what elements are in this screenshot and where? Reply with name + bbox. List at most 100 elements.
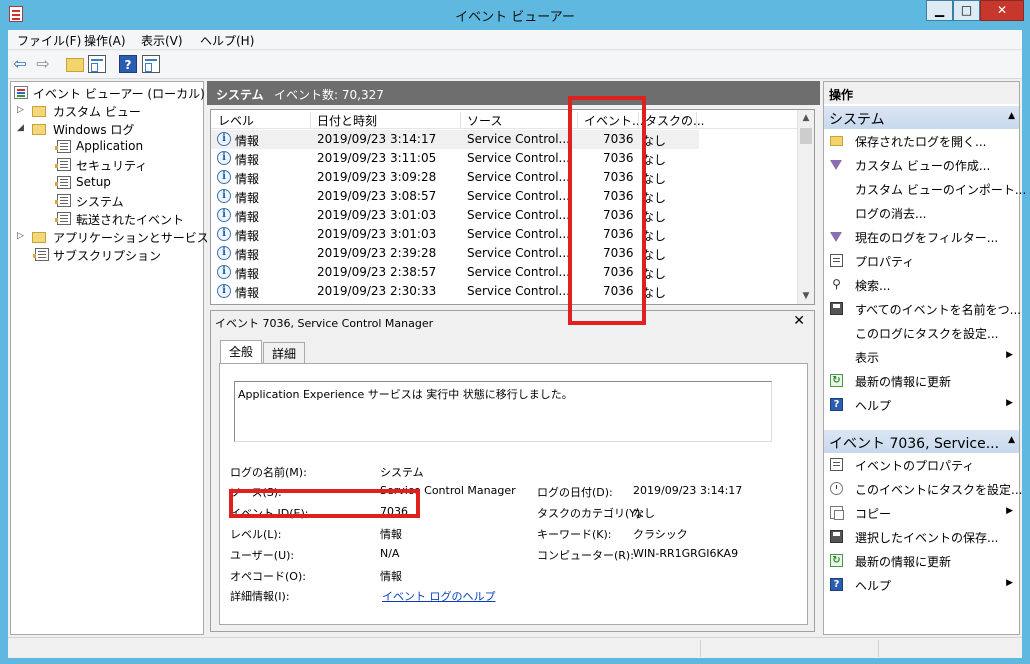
cell-datetime: 2019/09/23 2:38:57 — [317, 265, 437, 279]
folder-icon — [830, 136, 843, 146]
event-message[interactable]: Application Experience サービスは 実行中 状態に移行しま… — [234, 381, 772, 442]
cell-source: Service Control... — [467, 265, 570, 279]
prop-opcode-label: オペコード(O): — [230, 570, 306, 583]
action-properties[interactable]: プロパティ — [824, 250, 1019, 272]
action-refresh[interactable]: ↻ 最新の情報に更新 — [824, 370, 1019, 392]
info-icon: i — [217, 170, 231, 184]
event-list[interactable]: レベル 日付と時刻 ソース イベント... タスクの... i 情報 2019/09… — [210, 109, 815, 305]
action-create-custom-view[interactable]: カスタム ビューの作成... — [824, 154, 1019, 176]
action-label: 現在のログをフィルター... — [855, 231, 999, 245]
collapse-arrow-icon[interactable]: ◢ — [17, 123, 24, 133]
forward-arrow-icon[interactable]: ⇨ — [34, 55, 52, 73]
action-open-saved-log[interactable]: 保存されたログを開く... — [824, 130, 1019, 152]
action-help[interactable]: ? ヘルプ ▶ — [824, 574, 1019, 596]
log-icon — [55, 158, 71, 171]
save-icon — [830, 530, 843, 543]
action-label: 最新の情報に更新 — [855, 375, 952, 389]
show-hide-action-pane-icon[interactable] — [142, 55, 160, 73]
minimize-button[interactable]: ▁ — [926, 0, 953, 21]
action-import-custom-view[interactable]: カスタム ビューのインポート... — [824, 178, 1026, 200]
cell-source: Service Control... — [467, 227, 570, 241]
prop-keywords-label: キーワード(K): — [537, 528, 612, 541]
action-filter-current-log[interactable]: 現在のログをフィルター... — [824, 226, 1019, 248]
log-icon — [55, 176, 71, 189]
cell-level: 情報 — [235, 248, 260, 262]
column-task-category[interactable]: タスクの... — [638, 112, 704, 128]
actions-section-system[interactable]: システム ▲ — [824, 106, 1019, 129]
cell-source: Service Control... — [467, 132, 570, 146]
action-clear-log[interactable]: ログの消去... — [824, 202, 1019, 224]
menu-file[interactable]: ファイル(F) — [17, 32, 81, 49]
action-attach-task-to-log[interactable]: このログにタスクを設定... — [824, 322, 1019, 344]
actions-section-event[interactable]: イベント 7036, Service... ▲ — [824, 430, 1019, 453]
action-save-all-events-as[interactable]: すべてのイベントを名前をつ... — [824, 298, 1021, 320]
action-find[interactable]: ⚲ 検索... — [824, 274, 1019, 296]
task-icon — [830, 482, 843, 495]
prop-computer-value: WIN-RR1GRGI6KA9 — [633, 547, 739, 560]
collapse-icon[interactable]: ▲ — [1008, 111, 1015, 121]
cell-datetime: 2019/09/23 3:11:05 — [317, 151, 437, 165]
column-level[interactable]: レベル — [211, 112, 254, 128]
column-source[interactable]: ソース — [460, 112, 502, 128]
cell-source: Service Control... — [467, 170, 570, 184]
action-view[interactable]: 表示 ▶ — [824, 346, 1019, 368]
help-icon[interactable]: ? — [119, 55, 137, 73]
action-label: ヘルプ — [855, 399, 892, 413]
cell-source: Service Control... — [467, 246, 570, 260]
cell-datetime: 2019/09/23 3:01:03 — [317, 208, 437, 222]
refresh-icon: ↻ — [830, 374, 843, 387]
cell-source: Service Control... — [467, 284, 570, 298]
center-pane: システム イベント数: 70,327 レベル 日付と時刻 ソース イベント...… — [207, 81, 820, 635]
tree-item-label: Setup — [76, 175, 111, 189]
highlight-event-id-field — [229, 489, 420, 518]
help-icon: ? — [830, 398, 843, 411]
menu-view[interactable]: 表示(V) — [141, 32, 183, 49]
status-divider — [878, 640, 879, 657]
info-icon: i — [217, 246, 231, 260]
action-attach-task-to-event[interactable]: このイベントにタスクを設定... — [824, 478, 1022, 500]
column-datetime[interactable]: 日付と時刻 — [310, 112, 377, 128]
prop-task-value: なし — [633, 507, 655, 520]
filter-icon — [830, 160, 842, 170]
action-refresh[interactable]: ↻ 最新の情報に更新 — [824, 550, 1019, 572]
close-button[interactable]: ✕ — [980, 0, 1024, 21]
scroll-down-icon[interactable]: ▼ — [798, 288, 814, 304]
prop-log-name-label: ログの名前(M): — [230, 466, 307, 479]
action-save-selected-events[interactable]: 選択したイベントの保存... — [824, 526, 1019, 548]
event-list-header: レベル 日付と時刻 ソース イベント... タスクの... — [211, 110, 801, 129]
log-icon — [55, 212, 71, 225]
actions-pane: 操作 システム ▲ 保存されたログを開く... カスタム ビューの作成... カスタ… — [823, 81, 1026, 635]
folder-icon — [32, 124, 46, 135]
tab-details[interactable]: 詳細 — [263, 342, 306, 363]
cell-datetime: 2019/09/23 3:01:03 — [317, 227, 437, 241]
cell-datetime: 2019/09/23 2:30:33 — [317, 284, 437, 298]
cell-level: 情報 — [235, 172, 260, 186]
cell-datetime: 2019/09/23 3:08:57 — [317, 189, 437, 203]
scroll-up-icon[interactable]: ▲ — [798, 110, 814, 126]
maximize-button[interactable]: □ — [953, 0, 980, 21]
expand-arrow-icon[interactable]: ▷ — [17, 231, 24, 241]
back-arrow-icon[interactable]: ⇦ — [11, 55, 29, 73]
action-help[interactable]: ? ヘルプ ▶ — [824, 394, 1019, 416]
menu-help[interactable]: ヘルプ(H) — [200, 32, 254, 49]
prop-computer-label: コンピューター(R): — [537, 549, 634, 562]
collapse-icon[interactable]: ▲ — [1008, 435, 1015, 445]
action-copy[interactable]: コピー ▶ — [824, 502, 1019, 524]
prop-more-info-label: 詳細情報(I): — [230, 590, 290, 603]
event-log-help-link[interactable]: イベント ログのヘルプ — [382, 588, 496, 604]
prop-task-label: タスクのカテゴリ(Y): — [537, 507, 645, 520]
show-hide-console-tree-icon[interactable] — [88, 55, 106, 73]
section-label: イベント 7036, Service... — [829, 436, 1000, 452]
cell-level: 情報 — [235, 134, 260, 148]
prop-logged-label: ログの日付(D): — [537, 486, 613, 499]
cell-level: 情報 — [235, 267, 260, 281]
event-list-scrollbar[interactable]: ▲ ▼ — [797, 110, 814, 304]
menu-action[interactable]: 操作(A) — [84, 32, 126, 49]
submenu-arrow-icon: ▶ — [1006, 506, 1013, 516]
expand-arrow-icon[interactable]: ▷ — [17, 105, 24, 115]
up-folder-icon[interactable] — [66, 58, 84, 72]
action-event-properties[interactable]: イベントのプロパティ — [824, 454, 1019, 476]
tab-general[interactable]: 全般 — [220, 340, 263, 363]
scroll-thumb[interactable] — [800, 128, 812, 144]
close-detail-icon[interactable]: ✕ — [793, 313, 805, 329]
